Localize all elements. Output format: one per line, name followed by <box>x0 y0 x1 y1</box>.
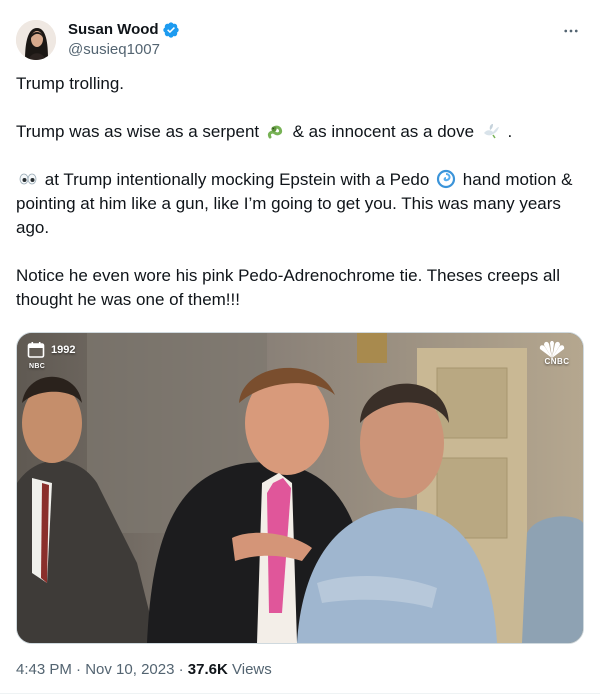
source-label: NBC <box>29 363 46 370</box>
tweet-paragraph: Notice he even wore his pink Pedo-Adreno… <box>16 264 576 312</box>
meta-separator: · <box>178 661 184 678</box>
tweet-card: Susan Wood @susieq1007 Trump trolling. T… <box>0 0 600 694</box>
dove-emoji-icon <box>483 124 499 139</box>
tweet-line: & as innocent as a dove <box>292 122 475 141</box>
tweet-line: Trump was as wise as a serpent <box>16 122 260 141</box>
tweet-paragraph: Trump was as wise as a serpent & as inno… <box>16 120 576 144</box>
snake-emoji-icon <box>267 125 282 139</box>
tweet-time[interactable]: 4:43 PM <box>16 661 72 678</box>
tweet-text: Trump trolling. Trump was as wise as a s… <box>16 72 576 312</box>
verified-badge-icon <box>162 22 179 38</box>
views-count[interactable]: 37.6K <box>188 661 228 678</box>
tweet-line: Notice he even wore his pink Pedo-Adreno… <box>16 266 560 309</box>
network-logo: CNBC <box>537 341 577 366</box>
calendar-icon <box>27 342 45 358</box>
network-label: CNBC <box>544 357 570 366</box>
tweet-meta: 4:43 PM · Nov 10, 2023 · 37.6K Views <box>16 660 272 680</box>
video-frame <box>17 333 583 643</box>
tweet-header: Susan Wood @susieq1007 <box>16 16 584 64</box>
tweet-date[interactable]: Nov 10, 2023 <box>85 661 174 678</box>
author-names: Susan Wood @susieq1007 <box>68 20 180 60</box>
tweet-line: at Trump intentionally mocking Epstein w… <box>44 170 430 189</box>
views-label: Views <box>232 661 272 678</box>
tweet-line: . <box>507 122 513 141</box>
name-row: Susan Wood <box>68 20 180 40</box>
more-horizontal-icon <box>564 29 578 33</box>
cyclone-emoji-icon <box>436 169 456 189</box>
more-button[interactable] <box>558 18 584 44</box>
display-name[interactable]: Susan Wood <box>68 20 159 40</box>
year-label: 1992 <box>51 344 76 356</box>
handle[interactable]: @susieq1007 <box>68 40 180 60</box>
tweet-media[interactable]: 1992 NBC CNBC <box>16 332 584 644</box>
tweet-paragraph: Trump trolling. <box>16 72 576 96</box>
year-overlay: 1992 <box>27 341 75 359</box>
tweet-line: Trump trolling. <box>16 74 125 93</box>
eyes-emoji-icon <box>19 173 37 185</box>
meta-separator: · <box>76 661 82 678</box>
avatar[interactable] <box>16 20 56 60</box>
tweet-paragraph: at Trump intentionally mocking Epstein w… <box>16 168 576 240</box>
